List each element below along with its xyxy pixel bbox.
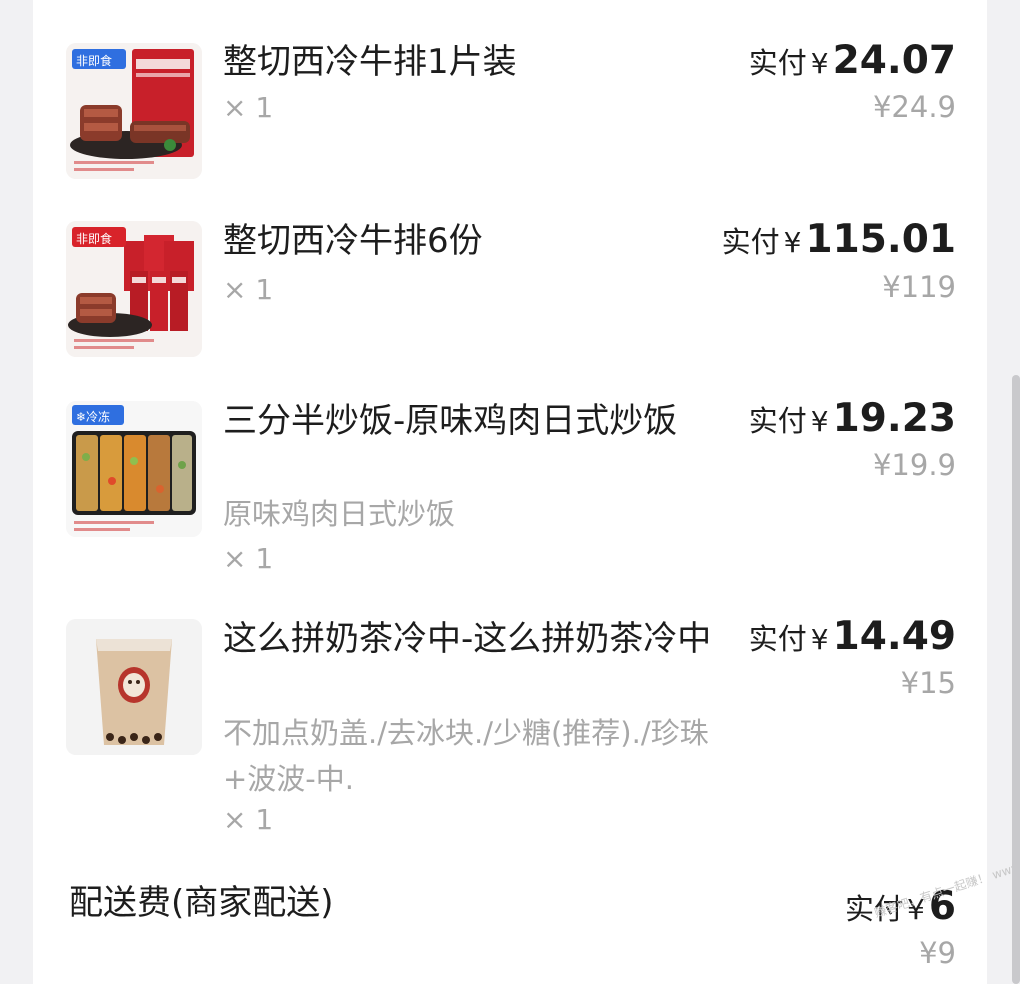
product-quantity: × 1 xyxy=(223,803,274,836)
original-price: ¥15 xyxy=(900,666,956,700)
product-title: 三分半炒饭-原味鸡肉日式炒饭 xyxy=(223,401,678,441)
original-price: ¥24.9 xyxy=(872,90,956,124)
paid-label: 实付 xyxy=(748,46,807,80)
paid-label: 实付 xyxy=(721,225,780,259)
currency-symbol: ¥ xyxy=(810,47,829,80)
scrollbar[interactable] xyxy=(1012,375,1020,984)
paid-price: 实付 ¥115.01 xyxy=(722,217,956,262)
product-badge: ❄冷冻 xyxy=(76,410,111,424)
product-title: 整切西冷牛排1片装 xyxy=(223,42,517,82)
product-title: 整切西冷牛排6份 xyxy=(223,221,483,261)
product-image[interactable]: 非即食 xyxy=(66,221,202,357)
product-quantity: × 1 xyxy=(223,273,274,306)
paid-price: 实付 ¥19.23 xyxy=(749,396,956,441)
paid-price: 实付 ¥14.49 xyxy=(749,614,956,659)
product-image[interactable]: 非即食 xyxy=(66,43,202,179)
currency-symbol: ¥ xyxy=(783,226,802,259)
paid-label: 实付 xyxy=(748,622,807,656)
original-price: ¥19.9 xyxy=(872,448,956,482)
product-spec: 不加点奶盖./去冰块./少糖(推荐)./珍珠+波波-中. xyxy=(223,716,709,796)
order-items-card: 非即食 整切西冷牛排1片装 × 1 实付 ¥24.07 ¥24.9 非即食 整切… xyxy=(33,0,987,984)
original-price: ¥119 xyxy=(882,270,956,304)
paid-price: 实付 ¥24.07 xyxy=(749,38,956,83)
currency-symbol: ¥ xyxy=(810,405,829,438)
delivery-fee-label: 配送费(商家配送) xyxy=(69,883,334,923)
paid-amount: 115.01 xyxy=(805,217,957,262)
paid-amount: 24.07 xyxy=(832,38,956,83)
product-image[interactable] xyxy=(66,619,202,755)
paid-amount: 19.23 xyxy=(832,396,956,441)
delivery-original-price: ¥9 xyxy=(919,936,956,970)
product-badge: 非即食 xyxy=(76,54,113,68)
paid-label: 实付 xyxy=(748,404,807,438)
product-image[interactable]: ❄冷冻 xyxy=(66,401,202,537)
currency-symbol: ¥ xyxy=(810,623,829,656)
product-quantity: × 1 xyxy=(223,542,274,575)
product-spec: 原味鸡肉日式炒饭 xyxy=(223,497,456,531)
product-badge: 非即食 xyxy=(76,232,113,246)
paid-amount: 14.49 xyxy=(832,614,956,659)
milk-tea-cup-image xyxy=(66,619,202,755)
product-title: 这么拼奶茶冷中-这么拼奶茶冷中 xyxy=(223,619,712,659)
product-quantity: × 1 xyxy=(223,91,274,124)
